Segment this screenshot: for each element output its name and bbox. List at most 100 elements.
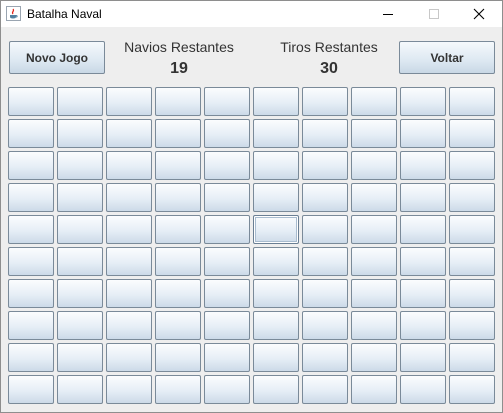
- board-cell[interactable]: [253, 311, 299, 340]
- board-cell[interactable]: [351, 183, 397, 212]
- board-cell[interactable]: [8, 215, 54, 244]
- board-cell[interactable]: [106, 247, 152, 276]
- board-cell[interactable]: [302, 247, 348, 276]
- board-cell[interactable]: [204, 215, 250, 244]
- back-button[interactable]: Voltar: [399, 41, 495, 74]
- board-cell[interactable]: [155, 343, 201, 372]
- board-cell[interactable]: [106, 375, 152, 404]
- board-cell[interactable]: [155, 183, 201, 212]
- board-cell[interactable]: [449, 343, 495, 372]
- board-cell[interactable]: [155, 119, 201, 148]
- board-cell[interactable]: [106, 151, 152, 180]
- board-cell[interactable]: [302, 183, 348, 212]
- board-cell[interactable]: [155, 247, 201, 276]
- board-cell[interactable]: [57, 183, 103, 212]
- board-cell[interactable]: [57, 215, 103, 244]
- maximize-button[interactable]: [411, 1, 457, 27]
- board-cell[interactable]: [400, 151, 446, 180]
- board-cell[interactable]: [253, 247, 299, 276]
- board-cell[interactable]: [351, 215, 397, 244]
- board-cell[interactable]: [351, 343, 397, 372]
- board-cell[interactable]: [302, 343, 348, 372]
- board-cell[interactable]: [106, 87, 152, 116]
- board-cell[interactable]: [204, 311, 250, 340]
- board-cell[interactable]: [155, 151, 201, 180]
- board-cell[interactable]: [253, 279, 299, 308]
- board-cell[interactable]: [449, 279, 495, 308]
- board-cell[interactable]: [449, 375, 495, 404]
- board-cell[interactable]: [57, 343, 103, 372]
- board-cell[interactable]: [302, 87, 348, 116]
- board-cell[interactable]: [106, 215, 152, 244]
- board-cell[interactable]: [253, 119, 299, 148]
- board-cell[interactable]: [351, 247, 397, 276]
- board-cell[interactable]: [204, 87, 250, 116]
- board-cell[interactable]: [204, 151, 250, 180]
- board-cell[interactable]: [8, 119, 54, 148]
- board-cell[interactable]: [351, 311, 397, 340]
- board-cell[interactable]: [8, 183, 54, 212]
- board-cell[interactable]: [302, 119, 348, 148]
- board-cell[interactable]: [155, 375, 201, 404]
- board-cell[interactable]: [302, 151, 348, 180]
- board-cell[interactable]: [351, 151, 397, 180]
- minimize-button[interactable]: [365, 1, 411, 27]
- board-cell[interactable]: [57, 247, 103, 276]
- board-cell[interactable]: [400, 183, 446, 212]
- board-cell[interactable]: [449, 247, 495, 276]
- board-cell[interactable]: [8, 151, 54, 180]
- board-cell[interactable]: [8, 279, 54, 308]
- board-cell[interactable]: [155, 215, 201, 244]
- title-bar[interactable]: Batalha Naval: [1, 1, 502, 27]
- board-cell[interactable]: [106, 279, 152, 308]
- board-cell[interactable]: [449, 183, 495, 212]
- board-cell[interactable]: [155, 87, 201, 116]
- board-cell[interactable]: [57, 119, 103, 148]
- board-cell[interactable]: [253, 151, 299, 180]
- board-cell[interactable]: [449, 87, 495, 116]
- close-button[interactable]: [456, 1, 502, 27]
- board-cell[interactable]: [204, 119, 250, 148]
- board-cell[interactable]: [302, 215, 348, 244]
- board-cell[interactable]: [155, 311, 201, 340]
- board-cell[interactable]: [204, 375, 250, 404]
- board-cell[interactable]: [400, 215, 446, 244]
- board-cell[interactable]: [351, 375, 397, 404]
- board-cell[interactable]: [106, 343, 152, 372]
- board-cell[interactable]: [8, 343, 54, 372]
- board-cell[interactable]: [155, 279, 201, 308]
- board-cell[interactable]: [204, 279, 250, 308]
- board-cell[interactable]: [204, 183, 250, 212]
- board-cell[interactable]: [8, 87, 54, 116]
- board-cell[interactable]: [449, 311, 495, 340]
- board-cell[interactable]: [8, 247, 54, 276]
- board-cell[interactable]: [57, 151, 103, 180]
- board-cell[interactable]: [57, 279, 103, 308]
- board-cell[interactable]: [57, 375, 103, 404]
- board-cell[interactable]: [57, 87, 103, 116]
- board-cell[interactable]: [253, 87, 299, 116]
- board-cell[interactable]: [449, 151, 495, 180]
- board-cell[interactable]: [106, 119, 152, 148]
- board-cell[interactable]: [106, 311, 152, 340]
- board-cell[interactable]: [253, 215, 299, 244]
- board-cell[interactable]: [400, 247, 446, 276]
- board-cell[interactable]: [400, 87, 446, 116]
- board-cell[interactable]: [57, 311, 103, 340]
- board-cell[interactable]: [204, 247, 250, 276]
- board-cell[interactable]: [400, 375, 446, 404]
- board-cell[interactable]: [302, 375, 348, 404]
- board-cell[interactable]: [253, 375, 299, 404]
- board-cell[interactable]: [351, 279, 397, 308]
- board-cell[interactable]: [400, 343, 446, 372]
- board-cell[interactable]: [400, 279, 446, 308]
- board-cell[interactable]: [449, 215, 495, 244]
- new-game-button[interactable]: Novo Jogo: [9, 41, 105, 74]
- board-cell[interactable]: [8, 311, 54, 340]
- board-cell[interactable]: [302, 311, 348, 340]
- board-cell[interactable]: [400, 119, 446, 148]
- board-cell[interactable]: [400, 311, 446, 340]
- board-cell[interactable]: [302, 279, 348, 308]
- board-cell[interactable]: [106, 183, 152, 212]
- board-cell[interactable]: [253, 343, 299, 372]
